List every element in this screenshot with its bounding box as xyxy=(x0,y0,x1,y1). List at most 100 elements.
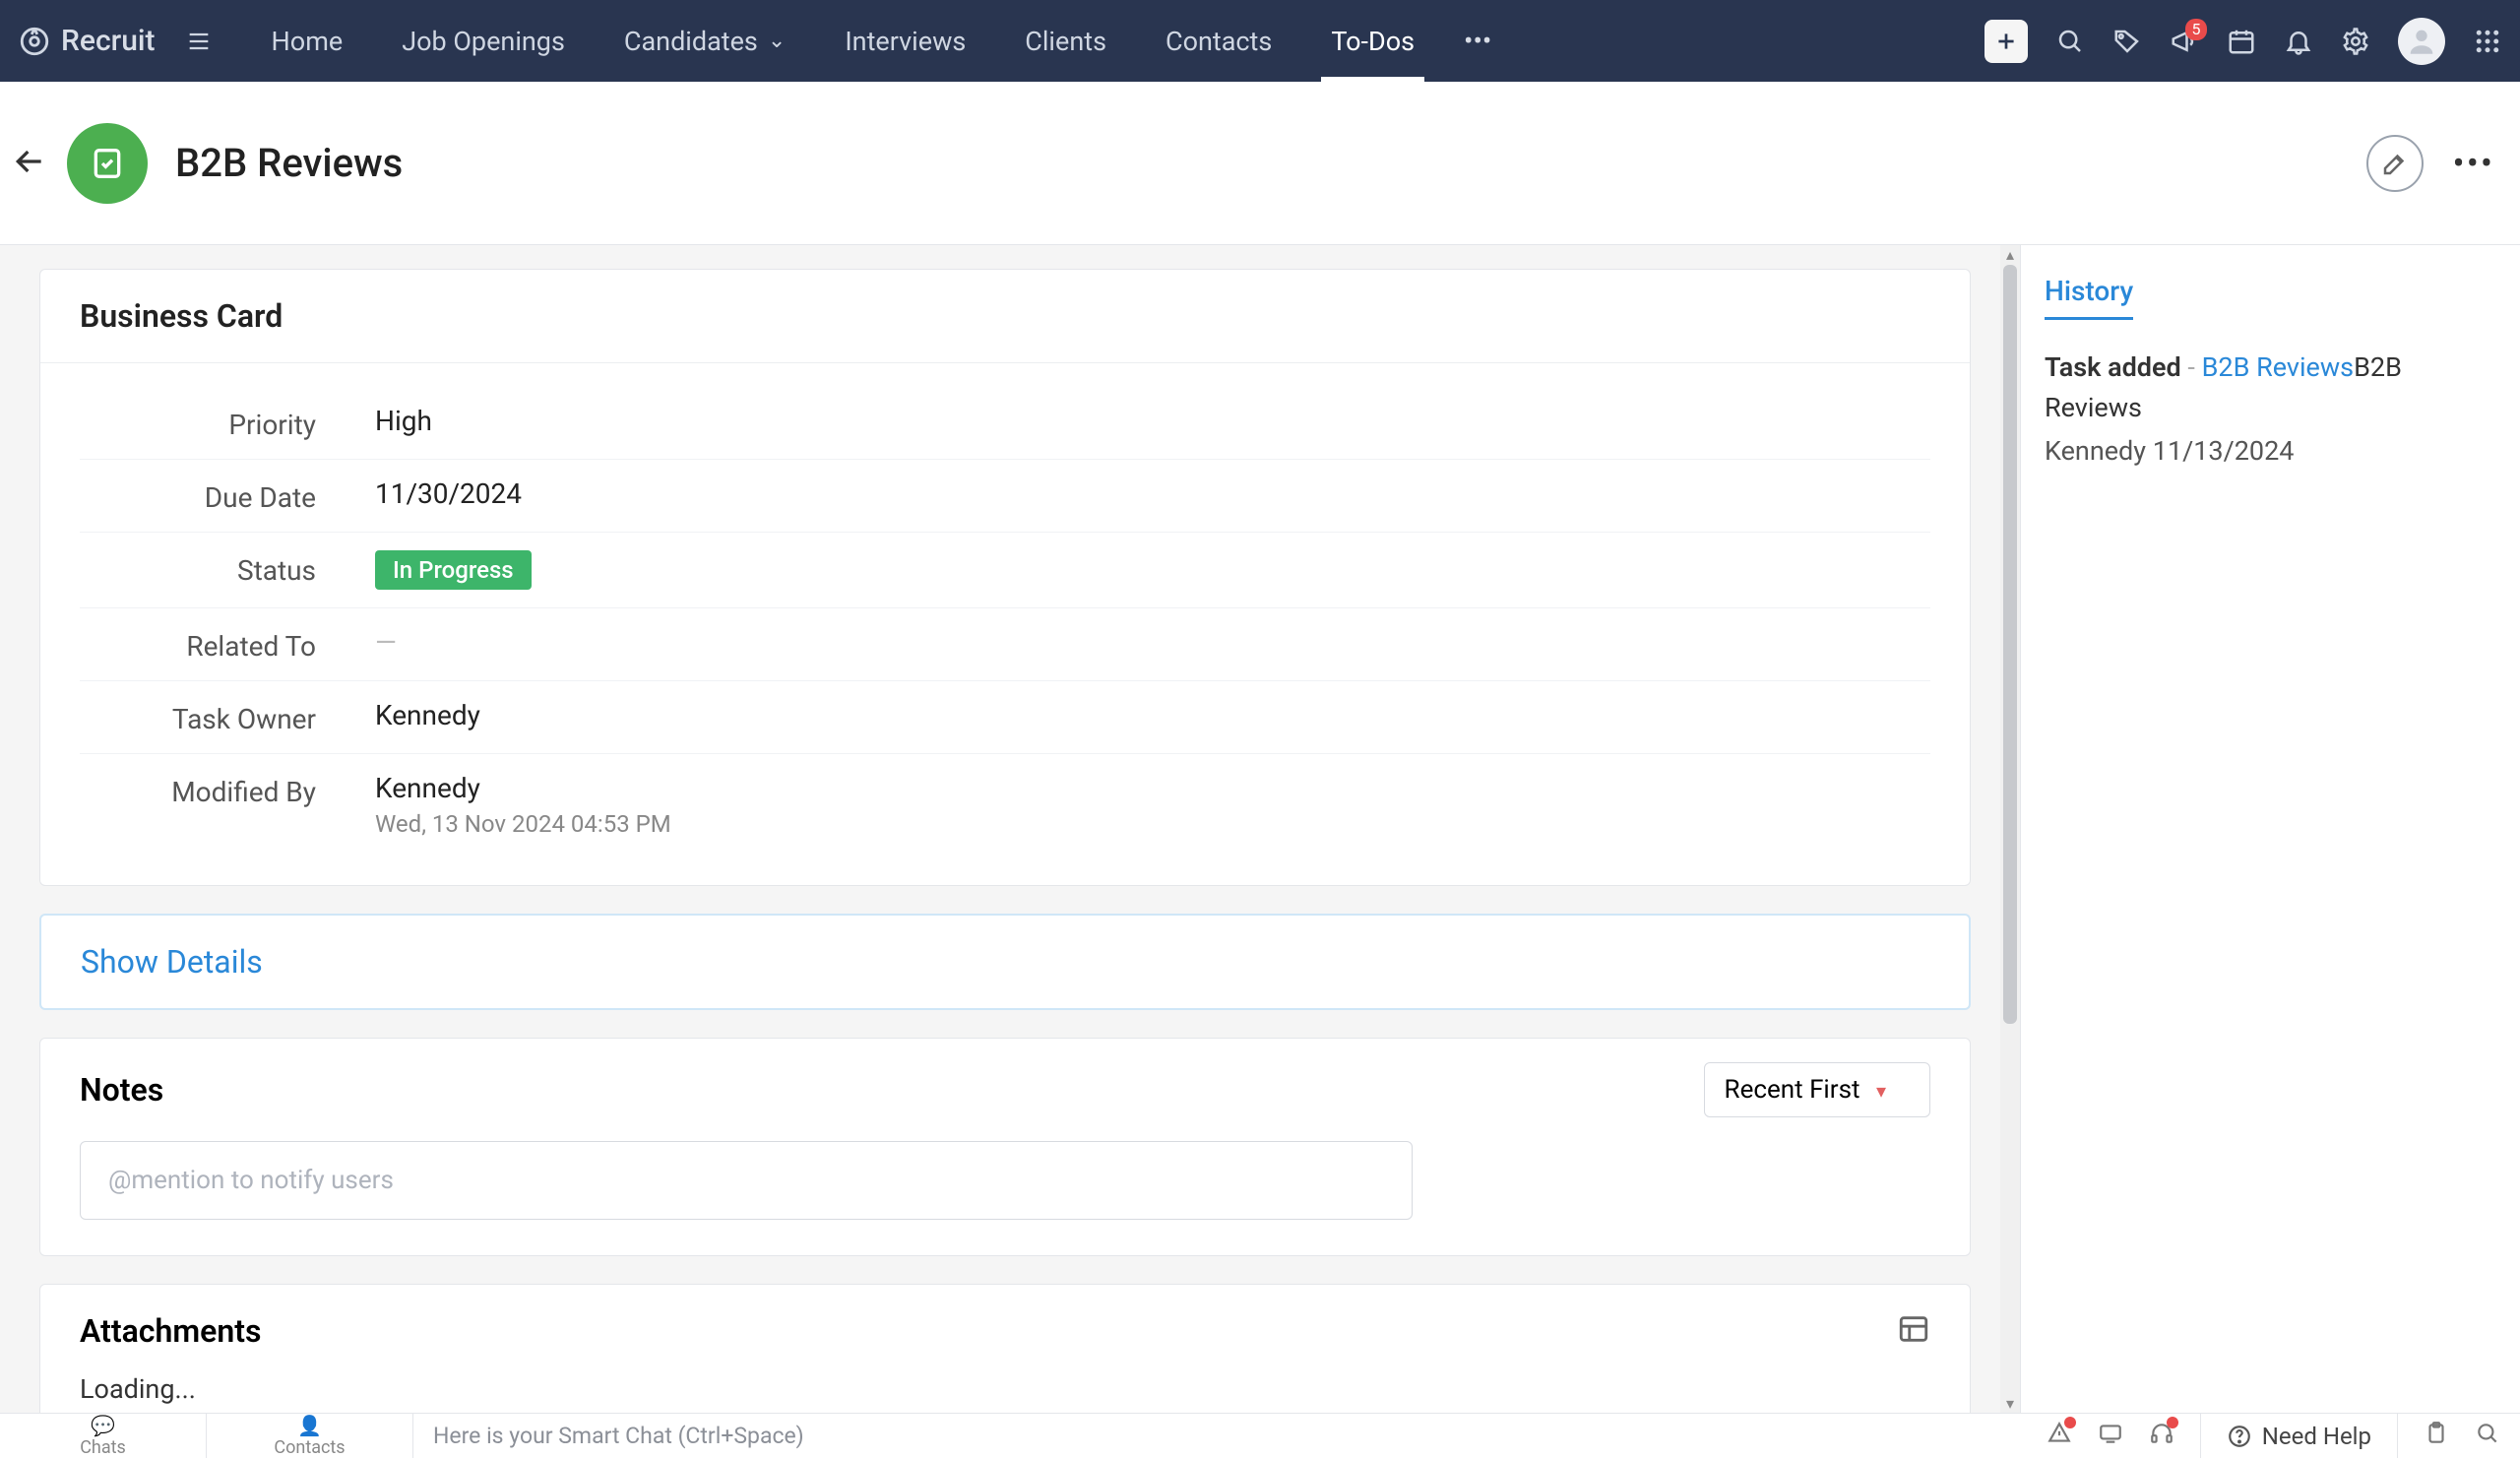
notes-input[interactable] xyxy=(80,1141,1413,1220)
calendar-icon[interactable] xyxy=(2227,27,2256,56)
clipboard-icon[interactable] xyxy=(2424,1421,2449,1452)
scroll-thumb[interactable] xyxy=(2003,265,2017,1024)
add-button[interactable] xyxy=(1984,20,2028,63)
bottom-right: Need Help xyxy=(2047,1414,2520,1458)
monitor-icon[interactable] xyxy=(2098,1421,2123,1452)
history-action: Task added xyxy=(2045,351,2181,383)
brand[interactable]: Recruit xyxy=(18,24,156,58)
attachments-grid-icon[interactable] xyxy=(1897,1312,1930,1350)
history-link[interactable]: B2B Reviews xyxy=(2202,351,2355,383)
apps-grid-icon[interactable] xyxy=(2473,27,2502,56)
scroll-down-icon[interactable]: ▾ xyxy=(2000,1394,2020,1413)
person-icon: 👤 xyxy=(297,1414,322,1437)
bottom-contacts-label: Contacts xyxy=(274,1437,345,1458)
notes-panel: Notes Recent First ▾ xyxy=(39,1038,1971,1256)
business-card-heading: Business Card xyxy=(40,270,1970,363)
history-tab[interactable]: History xyxy=(2045,275,2133,320)
notifications-badge: 5 xyxy=(2185,19,2207,40)
label-status: Status xyxy=(80,550,375,587)
price-tag-icon[interactable] xyxy=(2112,27,2142,56)
search-icon[interactable] xyxy=(2055,27,2085,56)
nav-items: Home Job Openings Candidates ⌄ Interview… xyxy=(242,0,1512,82)
content-scroll[interactable]: Business Card Priority High Due Date 11/… xyxy=(0,245,2000,1413)
field-modified-by: Modified By Kennedy Wed, 13 Nov 2024 04:… xyxy=(80,753,1930,856)
nav-job-openings[interactable]: Job Openings xyxy=(372,0,595,82)
value-modified-by[interactable]: Kennedy Wed, 13 Nov 2024 04:53 PM xyxy=(375,772,1930,838)
nav-interviews[interactable]: Interviews xyxy=(815,0,995,82)
modified-by-time: Wed, 13 Nov 2024 04:53 PM xyxy=(375,810,1930,838)
label-modified-by: Modified By xyxy=(80,772,375,808)
attachments-panel: Attachments Loading... xyxy=(39,1284,1971,1413)
brand-text: Recruit xyxy=(61,24,156,58)
need-help-button[interactable]: Need Help xyxy=(2227,1423,2371,1450)
value-task-owner[interactable]: Kennedy xyxy=(375,699,1930,731)
history-user: Kennedy xyxy=(2045,435,2146,467)
scroll-up-icon[interactable]: ▴ xyxy=(2000,245,2020,264)
avatar[interactable] xyxy=(2398,18,2445,65)
label-due-date: Due Date xyxy=(80,477,375,514)
nav-home[interactable]: Home xyxy=(242,0,373,82)
page-title: B2B Reviews xyxy=(175,140,403,186)
value-priority[interactable]: High xyxy=(375,405,1930,437)
nav-clients-label: Clients xyxy=(1025,26,1106,57)
field-due-date: Due Date 11/30/2024 xyxy=(80,459,1930,532)
nav-clients[interactable]: Clients xyxy=(995,0,1136,82)
history-dash: - xyxy=(2187,351,2201,383)
value-due-date[interactable]: 11/30/2024 xyxy=(375,477,1930,510)
nav-candidates-label: Candidates xyxy=(624,26,758,57)
headset-dot xyxy=(2167,1417,2178,1428)
field-related-to: Related To — xyxy=(80,607,1930,680)
bell-icon[interactable] xyxy=(2284,27,2313,56)
top-nav: Recruit Home Job Openings Candidates ⌄ I… xyxy=(0,0,2520,82)
nav-contacts-label: Contacts xyxy=(1166,26,1272,57)
hamburger-icon[interactable] xyxy=(185,28,213,55)
back-arrow-icon[interactable] xyxy=(10,142,49,185)
history-date: 11/13/2024 xyxy=(2153,435,2295,467)
warning-dot xyxy=(2064,1417,2076,1428)
help-icon xyxy=(2227,1424,2252,1449)
nav-todos-label: To-Dos xyxy=(1331,26,1415,57)
warning-icon[interactable] xyxy=(2047,1421,2072,1452)
field-task-owner: Task Owner Kennedy xyxy=(80,680,1930,753)
edit-button[interactable] xyxy=(2366,135,2424,192)
show-details-card[interactable]: Show Details xyxy=(39,914,1971,1010)
label-related-to: Related To xyxy=(80,626,375,663)
value-status[interactable]: In Progress xyxy=(375,550,1930,590)
field-priority: Priority High xyxy=(80,387,1930,459)
headset-icon[interactable] xyxy=(2149,1421,2174,1452)
nav-job-openings-label: Job Openings xyxy=(402,26,565,57)
main-area: Business Card Priority High Due Date 11/… xyxy=(0,245,2520,1413)
more-actions-icon[interactable]: ••• xyxy=(2453,143,2494,184)
nav-todos[interactable]: To-Dos xyxy=(1301,0,1444,82)
show-details-link[interactable]: Show Details xyxy=(81,943,263,981)
label-priority: Priority xyxy=(80,405,375,441)
scrollbar[interactable]: ▴ ▾ xyxy=(2000,245,2020,1413)
notes-sort-label: Recent First xyxy=(1725,1075,1860,1105)
bottom-contacts-tab[interactable]: 👤 Contacts xyxy=(207,1414,413,1458)
need-help-label: Need Help xyxy=(2262,1423,2371,1450)
nav-home-label: Home xyxy=(272,26,344,57)
nav-right: 5 xyxy=(1984,18,2502,65)
attachments-loading: Loading... xyxy=(40,1362,1970,1413)
task-check-icon xyxy=(67,123,148,204)
nav-contacts[interactable]: Contacts xyxy=(1136,0,1301,82)
recruit-logo-icon xyxy=(18,25,51,58)
history-sidebar: History Task added - B2B ReviewsB2B Revi… xyxy=(2020,245,2520,1413)
chevron-down-icon: ⌄ xyxy=(768,29,786,53)
bottom-search-icon[interactable] xyxy=(2475,1421,2500,1452)
page-header: B2B Reviews ••• xyxy=(0,82,2520,245)
nav-candidates[interactable]: Candidates ⌄ xyxy=(595,0,815,82)
nav-interviews-label: Interviews xyxy=(845,26,966,57)
smart-chat-input[interactable]: Here is your Smart Chat (Ctrl+Space) xyxy=(413,1423,2047,1449)
bottom-bar: 💬 Chats 👤 Contacts Here is your Smart Ch… xyxy=(0,1413,2520,1458)
value-related-to[interactable]: — xyxy=(375,626,1930,659)
history-entry: Task added - B2B ReviewsB2B Reviews Kenn… xyxy=(2045,348,2496,472)
bottom-chats-tab[interactable]: 💬 Chats xyxy=(0,1414,207,1458)
notes-sort-select[interactable]: Recent First ▾ xyxy=(1704,1062,1930,1117)
field-status: Status In Progress xyxy=(80,532,1930,607)
nav-overflow-icon[interactable]: ••• xyxy=(1444,25,1511,57)
megaphone-icon[interactable]: 5 xyxy=(2170,27,2199,56)
label-task-owner: Task Owner xyxy=(80,699,375,735)
gear-icon[interactable] xyxy=(2341,27,2370,56)
modified-by-name: Kennedy xyxy=(375,772,1930,804)
